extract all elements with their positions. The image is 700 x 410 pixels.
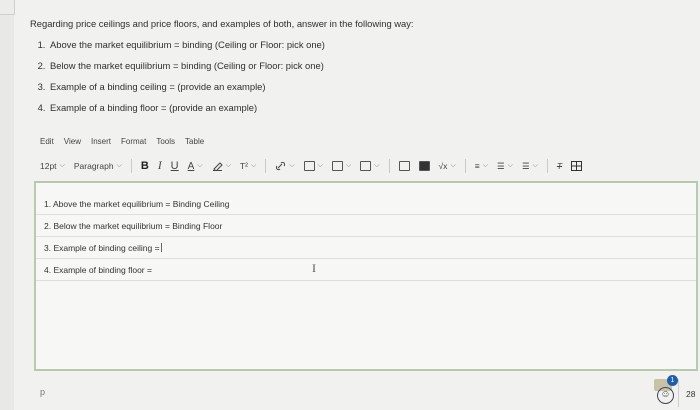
underline-button[interactable]: U	[171, 160, 179, 172]
block-format-value: Paragraph	[73, 161, 114, 171]
question-item: Above the market equilibrium = binding (…	[48, 37, 670, 52]
editor-statusbar: p ☺ 1 28	[34, 373, 700, 410]
chevron-down-icon: ⌵	[532, 162, 538, 169]
question-item: Example of a binding floor = (provide an…	[48, 100, 670, 115]
menu-insert[interactable]: Insert	[91, 137, 111, 146]
highlighter-icon	[212, 162, 223, 171]
toolbar-divider	[265, 159, 267, 173]
word-count[interactable]: 28	[686, 389, 695, 399]
document-button[interactable]: ⌵	[360, 161, 380, 171]
text-cursor-icon: I	[312, 261, 316, 275]
superscript-button[interactable]: T² ⌵	[240, 161, 256, 171]
editor-toolbar: 12pt ⌵ Paragraph ⌵ B I U A ⌵ ⌵ T² ⌵ ⌵ ⌵ ⌵ ⌵ …	[40, 158, 700, 174]
toolbar-divider	[388, 159, 390, 173]
block-format-select[interactable]: Paragraph ⌵	[74, 161, 122, 171]
menu-tools[interactable]: Tools	[156, 137, 175, 146]
line-divider	[36, 280, 696, 281]
editor-line-text: 3. Example of binding ceiling =	[44, 243, 160, 253]
italic-button[interactable]: I	[158, 160, 162, 172]
line-divider	[36, 236, 696, 237]
menu-edit[interactable]: Edit	[40, 137, 54, 146]
image-button[interactable]: ⌵	[303, 161, 323, 171]
embed-icon	[418, 161, 430, 171]
line-divider	[36, 258, 696, 259]
document-icon	[360, 161, 372, 171]
text-caret	[160, 243, 162, 252]
rich-text-editor[interactable]: 1. Above the market equilibrium = Bindin…	[34, 181, 698, 371]
apps-button[interactable]	[398, 161, 410, 171]
chevron-down-icon: ⌵	[482, 162, 489, 169]
superscript-icon: T²	[239, 161, 248, 171]
media-button[interactable]: ⌵	[331, 161, 352, 171]
bold-button[interactable]: B	[141, 160, 149, 172]
bullet-list-button[interactable]: ☰ ⌵	[497, 161, 513, 172]
editor-menubar: Edit View Insert Format Tools Table	[40, 137, 204, 146]
line-divider	[36, 214, 696, 215]
table-icon	[571, 161, 583, 171]
chevron-down-icon: ⌵	[116, 162, 122, 169]
align-icon: ≡	[474, 161, 480, 171]
embed-button[interactable]	[418, 161, 430, 171]
chevron-down-icon: ⌵	[59, 162, 65, 169]
chevron-down-icon: ⌵	[345, 162, 352, 169]
highlight-button[interactable]: ⌵	[212, 161, 231, 171]
left-panel-edge	[0, 0, 15, 410]
menu-format[interactable]: Format	[121, 137, 146, 146]
statusbar-divider	[678, 379, 679, 407]
menu-view[interactable]: View	[64, 137, 81, 146]
toolbar-divider	[130, 159, 132, 173]
element-path[interactable]: p	[40, 387, 45, 397]
question-item: Below the market equilibrium = binding (…	[48, 58, 670, 73]
chevron-down-icon: ⌵	[197, 162, 203, 169]
accessibility-checker-icon[interactable]: ☺	[657, 387, 674, 404]
numbered-list-button[interactable]: ☰ ⌵	[522, 161, 538, 172]
font-size-value: 12pt	[40, 161, 57, 171]
menu-table[interactable]: Table	[185, 137, 204, 146]
apps-icon	[398, 161, 410, 171]
question-prompt: Regarding price ceilings and price floor…	[30, 16, 670, 121]
notification-badge: 1	[667, 375, 678, 386]
chevron-down-icon: ⌵	[507, 162, 513, 169]
chevron-down-icon: ⌵	[374, 162, 380, 169]
question-intro: Regarding price ceilings and price floor…	[30, 18, 414, 29]
table-button[interactable]	[571, 161, 583, 171]
clear-formatting-icon: T	[556, 161, 563, 171]
chevron-down-icon: ⌵	[225, 162, 231, 169]
bullet-list-icon: ☰	[497, 160, 505, 171]
media-icon	[331, 161, 343, 171]
numbered-list-icon: ☰	[521, 160, 530, 171]
toolbar-divider	[464, 159, 466, 173]
question-item: Example of a binding ceiling = (provide …	[48, 79, 670, 94]
editor-line[interactable]: 4. Example of binding floor =	[44, 265, 152, 275]
link-icon	[276, 161, 286, 171]
image-icon	[303, 161, 315, 171]
chevron-down-icon: ⌵	[289, 162, 295, 169]
clear-formatting-button[interactable]: T	[557, 161, 562, 171]
editor-line[interactable]: 3. Example of binding ceiling =	[44, 243, 162, 253]
text-color-icon: A	[187, 160, 195, 172]
text-color-button[interactable]: A ⌵	[188, 161, 203, 172]
toolbar-divider	[546, 159, 548, 173]
editor-line[interactable]: 2. Below the market equilibrium = Bindin…	[44, 221, 222, 231]
chevron-down-icon: ⌵	[450, 162, 456, 169]
editor-line[interactable]: 1. Above the market equilibrium = Bindin…	[44, 199, 229, 209]
question-list: Above the market equilibrium = binding (…	[30, 37, 670, 115]
panel-corner	[0, 0, 15, 15]
align-button[interactable]: ≡ ⌵	[475, 161, 488, 171]
chevron-down-icon: ⌵	[317, 162, 323, 169]
math-icon: √x	[438, 161, 448, 171]
chevron-down-icon: ⌵	[250, 162, 257, 169]
math-button[interactable]: √x ⌵	[439, 161, 456, 171]
font-size-select[interactable]: 12pt ⌵	[40, 161, 65, 171]
link-button[interactable]: ⌵	[275, 161, 295, 171]
